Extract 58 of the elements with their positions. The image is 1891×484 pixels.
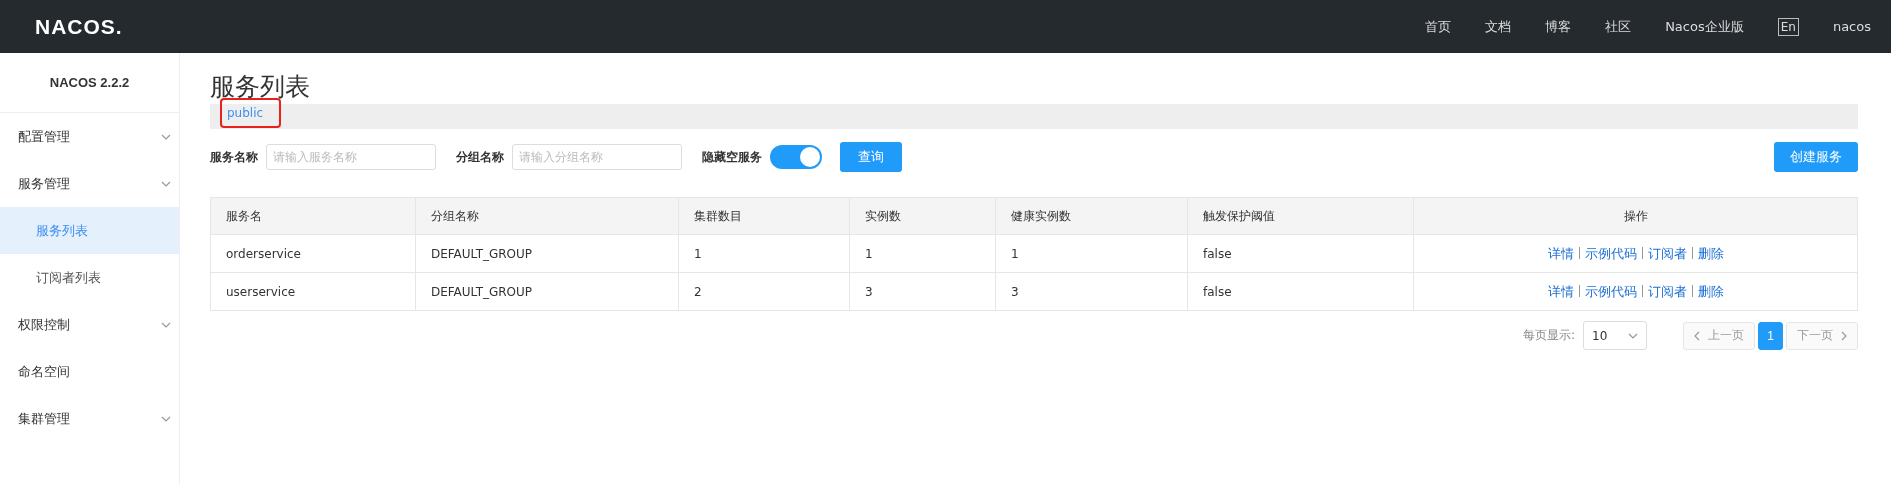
action-link[interactable]: 详情 [1547,283,1574,299]
table-cell: DEFAULT_GROUP [415,272,679,311]
action-link[interactable]: 订阅者 [1647,245,1687,261]
page-title: 服务列表 [210,72,311,102]
table-cell: 2 [678,272,850,311]
sidebar-item[interactable]: 配置管理 [0,113,179,160]
page-size-select[interactable]: 10 [1583,321,1647,350]
action-link[interactable]: 订阅者 [1647,283,1687,299]
sidebar-subitem[interactable]: 订阅者列表 [0,254,179,301]
search-field[interactable]: 请输入分组名称 [512,144,682,170]
user-name[interactable]: nacos [1832,19,1871,34]
chevron-down-icon [161,180,171,187]
table-cell: 1 [995,234,1188,273]
sidebar-item[interactable]: 集群管理 [0,395,179,442]
column-header: 操作 [1413,197,1858,235]
column-header: 健康实例数 [995,197,1188,235]
table-cell: DEFAULT_GROUP [415,234,679,273]
page-size-label: 每页显示: [1522,327,1575,344]
action-link[interactable]: 示例代码 [1584,245,1637,261]
table-cell: userservice [210,272,416,311]
sidebar-item[interactable]: 权限控制 [0,301,179,348]
field-label: 服务名称 [210,148,258,166]
chevron-down-icon [161,415,171,422]
toggle-label: 隐藏空服务 [702,148,762,166]
chevron-down-icon [161,133,171,140]
language-button[interactable]: En [1777,17,1799,36]
action-link[interactable]: 删除 [1697,245,1724,261]
table-cell: 1 [678,234,850,273]
table-cell: false [1187,272,1414,311]
table-cell: orderservice [210,234,416,273]
chevron-right-icon [1841,330,1847,341]
search-field[interactable]: 请输入服务名称 [266,144,436,170]
action-link[interactable]: 详情 [1547,245,1574,261]
nav-link[interactable]: Nacos企业版 [1665,17,1744,36]
column-header: 服务名 [210,197,416,235]
chevron-left-icon [1694,330,1700,341]
field-label: 分组名称 [456,148,504,166]
action-link[interactable]: 示例代码 [1584,283,1637,299]
chevron-down-icon [1628,332,1638,339]
table-cell: 3 [995,272,1188,311]
column-header: 触发保护阈值 [1187,197,1414,235]
toggle-switch[interactable] [770,145,822,169]
action-link[interactable]: 删除 [1697,283,1724,299]
nav-link[interactable]: 首页 [1425,17,1452,36]
nav-link[interactable]: 博客 [1545,17,1572,36]
sidebar-item[interactable]: 命名空间 [0,348,179,395]
chevron-down-icon [161,321,171,328]
table-cell: false [1187,234,1414,273]
nav-link[interactable]: 文档 [1485,17,1512,36]
nav-link[interactable]: 社区 [1605,17,1632,36]
table-cell: 1 [849,234,996,273]
table-cell: 3 [849,272,996,311]
column-header: 分组名称 [415,197,679,235]
column-header: 实例数 [849,197,996,235]
product-version: NACOS 2.2.2 [0,53,179,113]
logo[interactable]: NACOS. [35,14,123,39]
column-header: 集群数目 [678,197,850,235]
sidebar-item[interactable]: 服务管理 [0,160,179,207]
